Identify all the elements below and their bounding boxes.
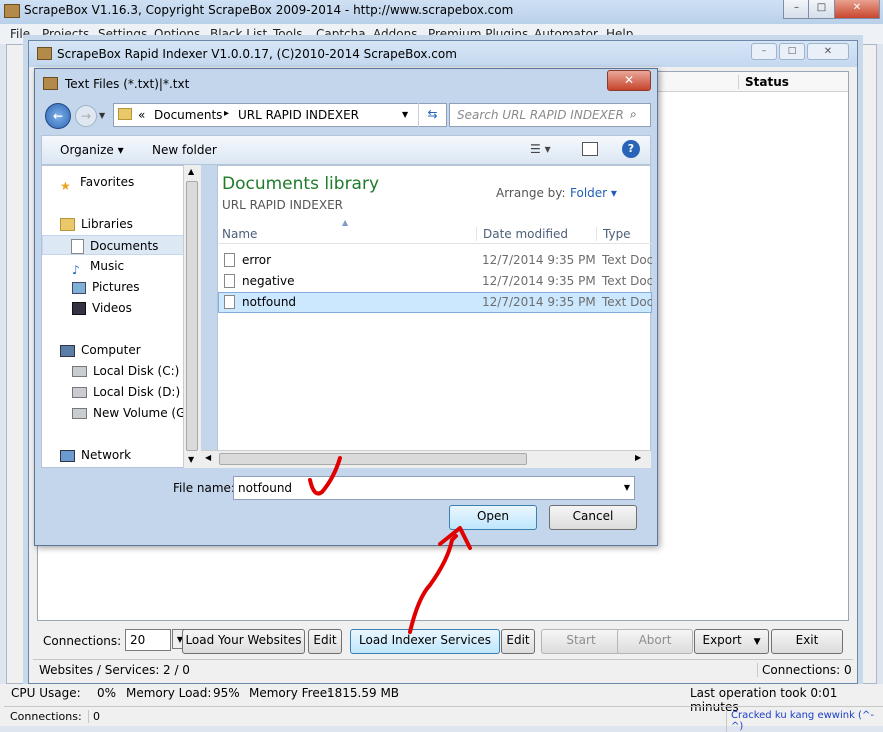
main-connections-value: 0 [88, 710, 100, 723]
arrow-annotation [408, 534, 458, 634]
main-status-bar: CPU Usage: 0% Memory Load: 95% Memory Fr… [0, 684, 883, 732]
cpu-usage-value: 0% [97, 686, 117, 700]
checkmark-annotation [308, 456, 342, 496]
memory-load-value: 95% [213, 686, 240, 700]
lower-status-strip: Connections: 0 Cracked ku kang ewwink (^… [4, 706, 883, 732]
cpu-usage-label: CPU Usage: [11, 686, 81, 700]
credit-text: Cracked ku kang ewwink (^-^) [726, 710, 883, 732]
memory-free-label: Memory Free: [249, 686, 332, 700]
main-connections-label: Connections: [10, 710, 82, 723]
annotation-overlay [308, 456, 472, 634]
memory-free-value: 1815.59 MB [327, 686, 400, 700]
memory-load-label: Memory Load: [126, 686, 212, 700]
